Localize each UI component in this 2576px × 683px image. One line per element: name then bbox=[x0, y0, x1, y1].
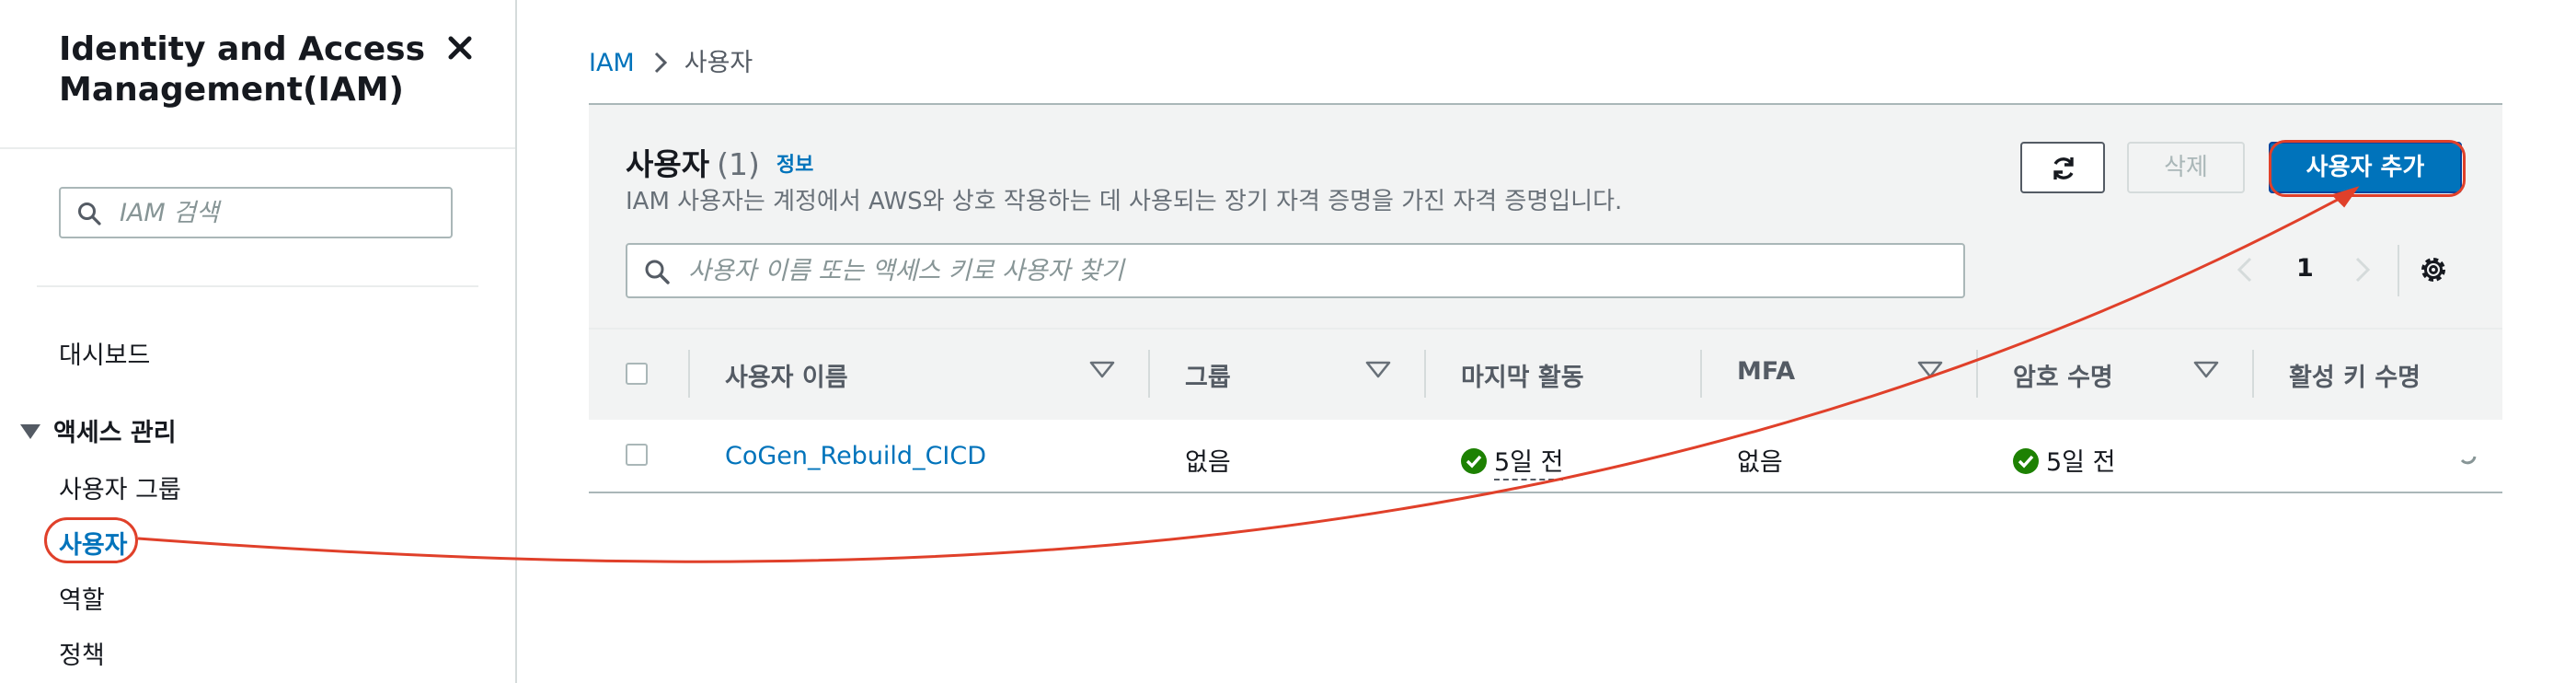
refresh-icon bbox=[2053, 157, 2074, 179]
user-search[interactable] bbox=[626, 243, 1965, 298]
password-age-text: 5일 전 bbox=[2046, 448, 2116, 477]
sort-icon[interactable] bbox=[1365, 361, 1391, 383]
column-header-mfa[interactable]: MFA bbox=[1737, 357, 1795, 386]
select-all-checkbox[interactable] bbox=[626, 363, 648, 385]
table-header: 사용자 이름 그룹 마지막 활동 MFA 암호 수명 활성 키 수명 bbox=[589, 328, 2502, 422]
username-link[interactable]: CoGen_Rebuild_CICD bbox=[725, 442, 986, 470]
password-age-cell: 5일 전 bbox=[2013, 442, 2115, 478]
column-divider bbox=[1424, 350, 1426, 398]
sidebar-search[interactable] bbox=[59, 187, 453, 238]
chevron-right-icon bbox=[653, 51, 668, 81]
settings-icon[interactable] bbox=[2418, 254, 2449, 289]
row-checkbox[interactable] bbox=[626, 444, 648, 466]
panel-description: IAM 사용자는 계정에서 AWS와 상호 작용하는 데 사용되는 장기 자격 … bbox=[626, 188, 1623, 215]
check-circle-icon bbox=[1461, 448, 1487, 474]
annotation-circle bbox=[2269, 140, 2466, 197]
divider bbox=[37, 285, 478, 287]
last-activity-text: 5일 전 bbox=[1494, 448, 1564, 480]
annotation-circle bbox=[44, 517, 138, 563]
groups-cell: 없음 bbox=[1185, 448, 1231, 477]
panel-title: 사용자 (1) 정보 bbox=[626, 140, 813, 184]
chevron-right-icon[interactable] bbox=[2353, 256, 2372, 287]
divider bbox=[2398, 245, 2399, 296]
divider bbox=[0, 147, 515, 149]
mfa-cell: 없음 bbox=[1737, 448, 1783, 477]
refresh-button[interactable] bbox=[2020, 142, 2105, 193]
close-icon[interactable] bbox=[445, 33, 475, 63]
panel-title-text: 사용자 bbox=[626, 146, 710, 182]
sidebar-item-dashboard[interactable]: 대시보드 bbox=[59, 335, 150, 371]
chevron-left-icon[interactable] bbox=[2236, 256, 2254, 287]
sidebar-item-roles[interactable]: 역할 bbox=[59, 580, 105, 616]
column-header-password-age[interactable]: 암호 수명 bbox=[2013, 357, 2113, 393]
breadcrumb-link-iam[interactable]: IAM bbox=[589, 49, 635, 77]
user-search-input[interactable] bbox=[688, 245, 1939, 296]
column-divider bbox=[1976, 350, 1978, 398]
sidebar-search-input[interactable] bbox=[120, 189, 432, 237]
column-header-groups[interactable]: 그룹 bbox=[1185, 357, 1231, 393]
user-count: (1) bbox=[717, 146, 760, 182]
info-link[interactable]: 정보 bbox=[776, 154, 813, 177]
column-divider bbox=[2252, 350, 2254, 398]
column-header-username[interactable]: 사용자 이름 bbox=[725, 357, 848, 393]
breadcrumb-current: 사용자 bbox=[684, 49, 753, 77]
service-title: Identity and Access Management(IAM) bbox=[59, 30, 426, 109]
caret-down-icon bbox=[20, 423, 40, 439]
column-divider bbox=[688, 350, 690, 398]
users-panel: 사용자 (1) 정보 IAM 사용자는 계정에서 AWS와 상호 작용하는 데 사용… bbox=[589, 103, 2502, 493]
search-icon bbox=[78, 203, 101, 226]
sort-icon[interactable] bbox=[1917, 361, 1943, 383]
delete-button[interactable]: 삭제 bbox=[2127, 142, 2245, 193]
column-header-active-key-age[interactable]: 활성 키 수명 bbox=[2289, 357, 2421, 393]
sort-icon[interactable] bbox=[1089, 361, 1115, 383]
sidebar-section-access-management[interactable]: 액세스 관리 bbox=[20, 412, 177, 448]
sort-icon[interactable] bbox=[2193, 361, 2219, 383]
column-header-last-activity[interactable]: 마지막 활동 bbox=[1461, 357, 1584, 393]
table-row[interactable]: CoGen_Rebuild_CICD 없음 5일 전 없음 5일 전 bbox=[589, 420, 2502, 493]
last-activity-cell[interactable]: 5일 전 bbox=[1461, 442, 1564, 480]
sidebar: Identity and Access Management(IAM) 대시보드… bbox=[0, 0, 517, 683]
breadcrumb: IAM 사용자 bbox=[589, 42, 753, 78]
loading-icon bbox=[2458, 446, 2478, 474]
column-divider bbox=[1700, 350, 1702, 398]
column-divider bbox=[1148, 350, 1150, 398]
check-circle-icon bbox=[2013, 448, 2039, 474]
search-icon bbox=[645, 260, 670, 284]
sidebar-item-user-groups[interactable]: 사용자 그룹 bbox=[59, 469, 181, 505]
section-label: 액세스 관리 bbox=[53, 419, 177, 447]
sidebar-item-policies[interactable]: 정책 bbox=[59, 635, 105, 671]
page-number[interactable]: 1 bbox=[2296, 254, 2314, 283]
